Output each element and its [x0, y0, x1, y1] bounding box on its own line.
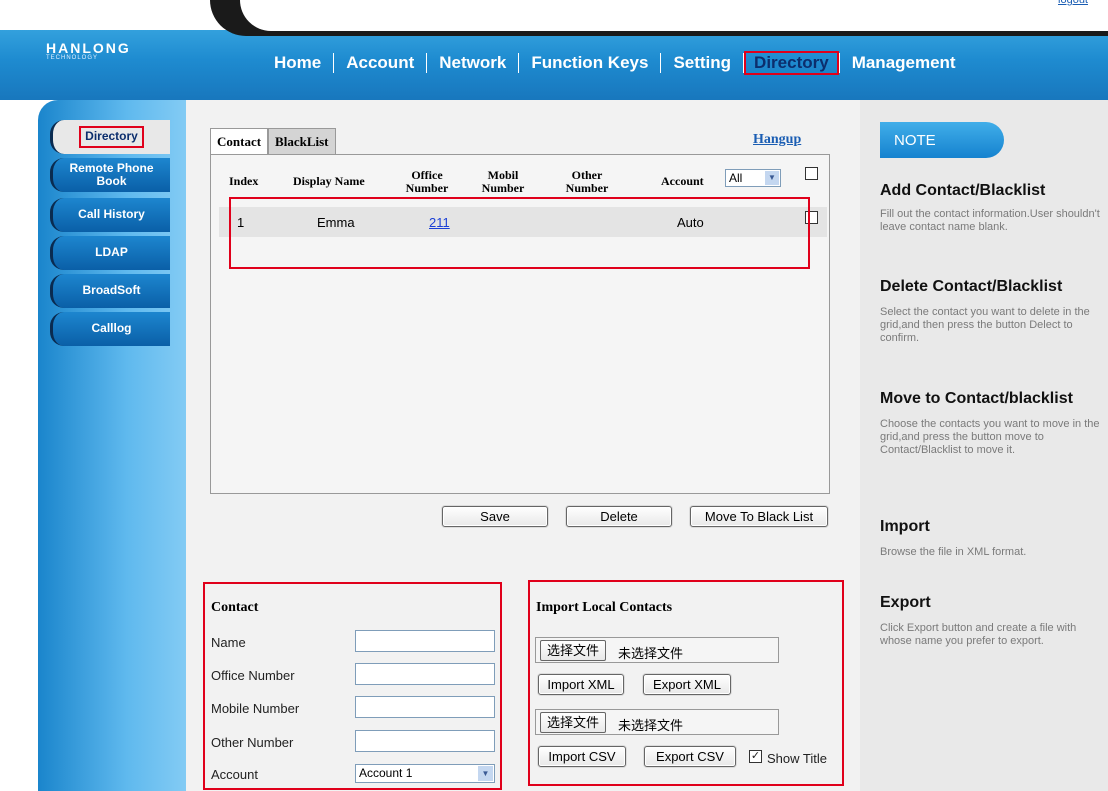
nav-setting[interactable]: Setting	[661, 51, 743, 75]
highlight-box	[229, 197, 810, 269]
sidebar-item-label: Directory	[79, 126, 144, 148]
csv-file-picker: 选择文件 未选择文件	[535, 709, 779, 735]
nav-home[interactable]: Home	[262, 51, 333, 75]
nav-account[interactable]: Account	[334, 51, 426, 75]
sidebar-item-label: Call History	[78, 207, 145, 222]
note-heading-add: Add Contact/Blacklist	[880, 182, 1046, 199]
xml-file-status: 未选择文件	[618, 646, 684, 661]
column-header-mobil-number: Mobil Number	[481, 169, 525, 195]
logo-subtitle: TECHNOLOGY	[46, 55, 99, 61]
note-text-export: Click Export button and create a file wi…	[880, 622, 1077, 647]
header-curve: logout	[240, 0, 1108, 31]
office-number-field[interactable]	[355, 663, 495, 685]
account-filter-value: All	[729, 171, 743, 185]
sidebar-item-calllog[interactable]: Calllog	[50, 312, 170, 346]
move-to-blacklist-button[interactable]: Move To Black List	[690, 506, 828, 527]
sidebar-item-label: LDAP	[95, 245, 128, 260]
chevron-down-icon: ▼	[765, 171, 779, 185]
other-number-field[interactable]	[355, 730, 495, 752]
app-root: logout HANLONG TECHNOLOGY Home Account N…	[0, 0, 1108, 791]
import-xml-button[interactable]: Import XML	[538, 674, 624, 695]
sidebar-item-directory[interactable]: Directory	[50, 120, 170, 154]
column-header-other-number: Other Number	[565, 169, 609, 195]
tab-bar: Contact BlackList	[210, 128, 336, 154]
xml-file-picker: 选择文件 未选择文件	[535, 637, 779, 663]
nav-management[interactable]: Management	[840, 51, 968, 75]
sidebar-item-label: Remote Phone Book	[69, 160, 154, 188]
nav-network[interactable]: Network	[427, 51, 518, 75]
select-all-checkbox[interactable]	[805, 167, 818, 180]
note-text-add: Fill out the contact information.User sh…	[880, 208, 1100, 233]
name-label: Name	[211, 635, 246, 650]
note-tab: NOTE	[880, 122, 1004, 158]
contact-grid: Index Display Name Office Number Mobil N…	[210, 154, 830, 494]
save-button[interactable]: Save	[442, 506, 548, 527]
name-field[interactable]	[355, 630, 495, 652]
tab-contact[interactable]: Contact	[210, 128, 269, 154]
column-header-account: Account	[661, 174, 704, 188]
hangup-link[interactable]: Hangup	[753, 132, 801, 148]
sidebar-item-call-history[interactable]: Call History	[50, 198, 170, 232]
nav-function-keys[interactable]: Function Keys	[519, 51, 660, 75]
column-header-index: Index	[229, 174, 259, 188]
main-nav: Home Account Network Function Keys Setti…	[262, 46, 968, 80]
note-panel: NOTE Add Contact/Blacklist Fill out the …	[860, 100, 1108, 791]
account-label: Account	[211, 767, 258, 782]
show-title-checkbox[interactable]: ✓	[749, 750, 762, 763]
office-number-label: Office Number	[211, 668, 295, 683]
contact-form-title: Contact	[211, 600, 259, 615]
mobile-number-field[interactable]	[355, 696, 495, 718]
note-text-import: Browse the file in XML format.	[880, 546, 1027, 558]
import-csv-button[interactable]: Import CSV	[538, 746, 626, 767]
show-title-label: Show Title	[767, 751, 827, 766]
note-text-delete: Select the contact you want to delete in…	[880, 306, 1090, 344]
sidebar-item-label: BroadSoft	[82, 283, 141, 298]
csv-choose-file-button[interactable]: 选择文件	[540, 712, 607, 733]
nav-directory[interactable]: Directory	[744, 51, 839, 75]
main-panel: Contact BlackList Hangup Index Display N…	[186, 100, 860, 791]
column-header-office-number: Office Number	[405, 169, 449, 195]
account-select[interactable]: Account 1 ▼	[355, 764, 495, 783]
import-title: Import Local Contacts	[536, 600, 673, 615]
logout-link[interactable]: logout	[1058, 0, 1088, 6]
top-header: logout HANLONG TECHNOLOGY Home Account N…	[0, 0, 1108, 100]
sidebar-item-label: Calllog	[91, 321, 132, 336]
sidebar-item-ldap[interactable]: LDAP	[50, 236, 170, 270]
delete-button[interactable]: Delete	[566, 506, 672, 527]
account-select-value: Account 1	[359, 766, 413, 780]
note-text-move: Choose the contacts you want to move in …	[880, 418, 1100, 456]
sidebar-item-broadsoft[interactable]: BroadSoft	[50, 274, 170, 308]
sidebar: Directory Remote Phone Book Call History…	[38, 100, 186, 791]
account-filter-select[interactable]: All ▼	[725, 169, 781, 187]
note-heading-export: Export	[880, 594, 931, 611]
export-xml-button[interactable]: Export XML	[643, 674, 731, 695]
csv-file-status: 未选择文件	[618, 718, 684, 733]
note-heading-move: Move to Contact/blacklist	[880, 390, 1073, 407]
sidebar-item-remote-phone-book[interactable]: Remote Phone Book	[50, 158, 170, 192]
note-heading-delete: Delete Contact/Blacklist	[880, 278, 1063, 295]
mobile-number-label: Mobile Number	[211, 701, 300, 716]
xml-choose-file-button[interactable]: 选择文件	[540, 640, 607, 661]
column-header-display-name: Display Name	[293, 174, 365, 188]
note-heading-import: Import	[880, 518, 930, 535]
export-csv-button[interactable]: Export CSV	[644, 746, 736, 767]
logo: HANLONG	[46, 40, 131, 56]
other-number-label: Other Number	[211, 735, 294, 750]
chevron-down-icon: ▼	[478, 766, 493, 781]
tab-blacklist[interactable]: BlackList	[268, 128, 336, 154]
